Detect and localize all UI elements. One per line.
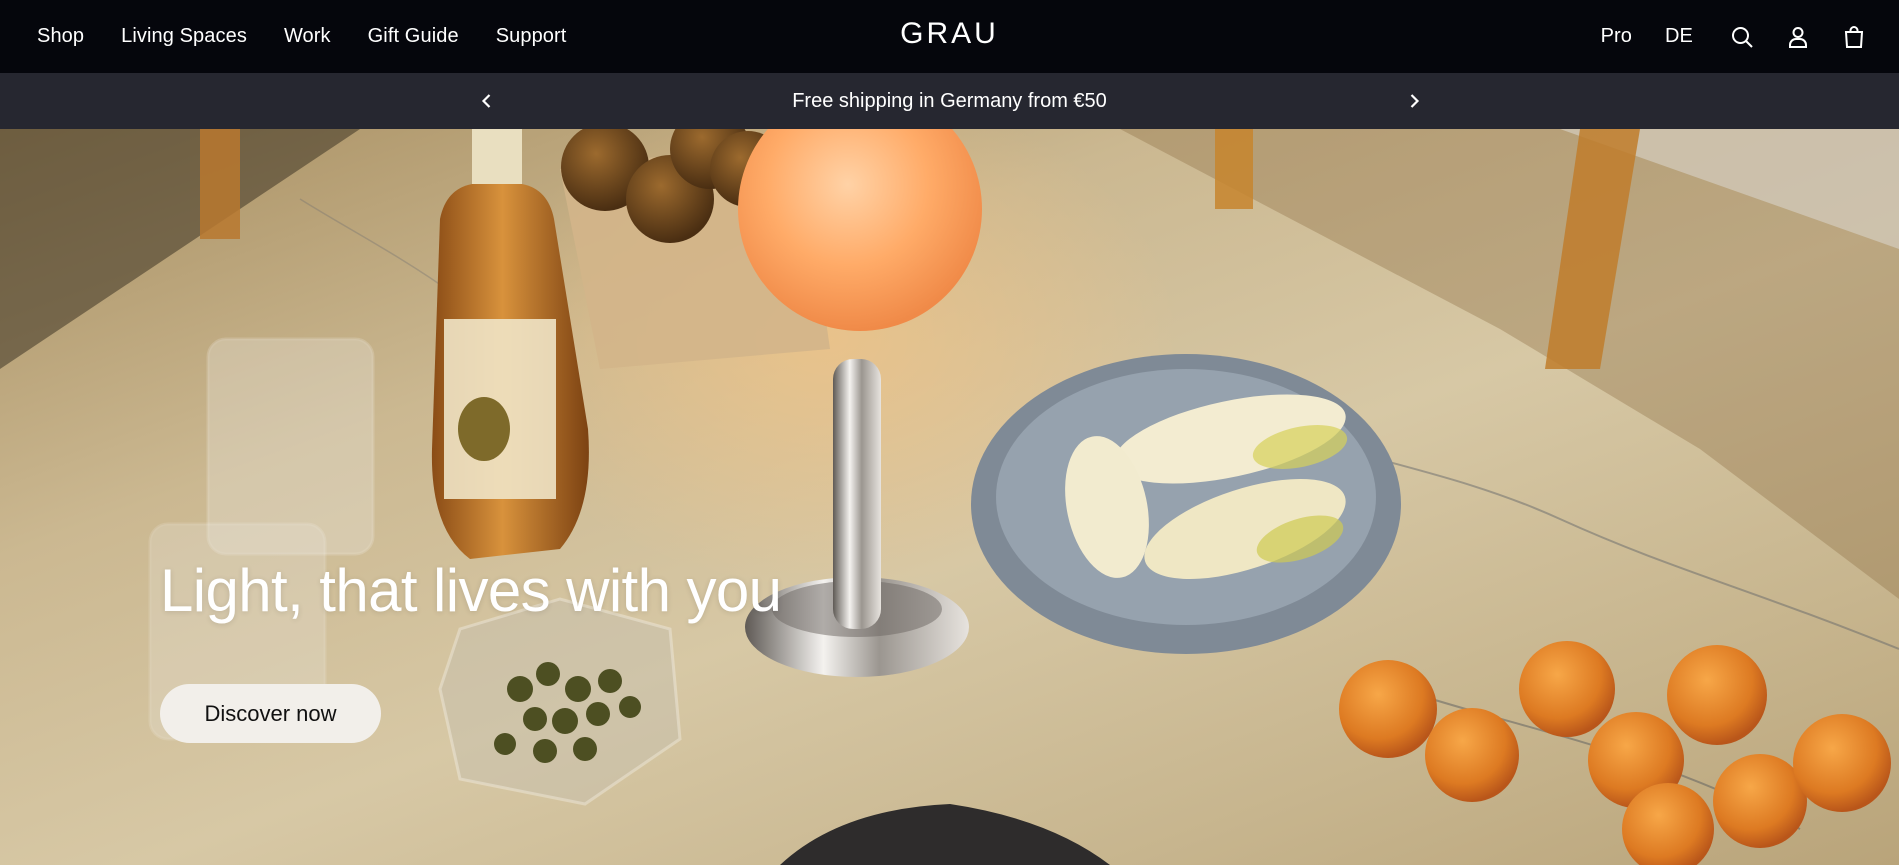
primary-nav: Shop Living Spaces Work Gift Guide Suppo…	[37, 25, 566, 48]
brand-logo[interactable]: GRAU	[900, 17, 999, 51]
announcement-bar: Free shipping in Germany from €50	[0, 73, 1899, 129]
top-navigation: Shop Living Spaces Work Gift Guide Suppo…	[0, 0, 1899, 73]
pro-link[interactable]: Pro	[1601, 25, 1632, 48]
cart-icon[interactable]	[1841, 24, 1867, 50]
nav-link-work[interactable]: Work	[284, 25, 331, 48]
discover-now-button[interactable]: Discover now	[160, 684, 381, 743]
nav-link-support[interactable]: Support	[496, 25, 567, 48]
hero-title: Light, that lives with you	[160, 557, 782, 624]
utility-nav: Pro DE	[1601, 0, 1867, 73]
search-icon[interactable]	[1729, 24, 1755, 50]
hero-image	[0, 129, 1899, 865]
hero-copy: Light, that lives with you	[160, 557, 782, 624]
nav-link-shop[interactable]: Shop	[37, 25, 84, 48]
nav-link-gift-guide[interactable]: Gift Guide	[368, 25, 459, 48]
chevron-right-icon[interactable]	[1400, 87, 1428, 115]
hero-banner: Light, that lives with you Discover now	[0, 129, 1899, 865]
announcement-text: Free shipping in Germany from €50	[792, 89, 1107, 112]
account-icon[interactable]	[1785, 24, 1811, 50]
language-switch[interactable]: DE	[1665, 25, 1693, 48]
nav-link-living-spaces[interactable]: Living Spaces	[121, 25, 247, 48]
chevron-left-icon[interactable]	[473, 87, 501, 115]
